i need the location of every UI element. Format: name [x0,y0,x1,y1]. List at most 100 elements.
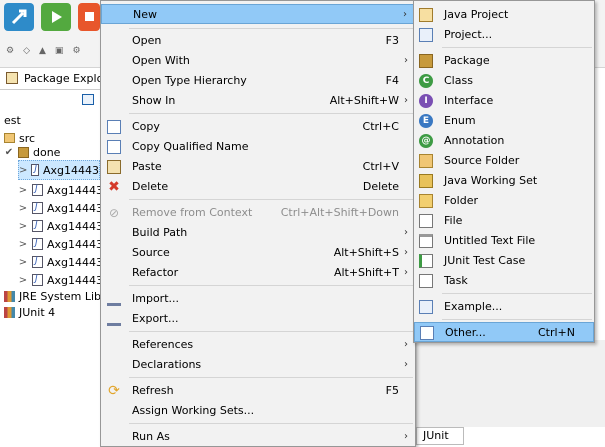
copy-qualified-name-icon [107,140,121,154]
debug-tool-icon[interactable] [4,3,34,31]
menu-item-copy[interactable]: Copy Ctrl+C [101,117,415,137]
tree-item-done[interactable]: ✔ done [4,142,61,162]
submenu-item-enum[interactable]: E Enum [414,111,594,131]
submenu-item-file[interactable]: File [414,211,594,231]
submenu-item-folder[interactable]: Folder [414,191,594,211]
toolbar-gear-icon[interactable]: ⚙ [6,46,14,56]
menu-item-delete[interactable]: ✖ Delete Delete [101,177,415,197]
menu-item-run-as[interactable]: Run As › [101,427,415,447]
submenu-arrow-icon: › [404,431,408,442]
menu-item-assign-working-sets[interactable]: Assign Working Sets... [101,401,415,421]
import-icon [107,292,121,306]
menu-item-label: Show In [132,94,176,107]
tree-item-class[interactable]: > Axg14443 [18,234,103,254]
tree-item-class[interactable]: > Axg14443 [18,198,103,218]
menu-item-source[interactable]: Source Alt+Shift+S › [101,243,415,263]
menu-item-references[interactable]: References › [101,335,415,355]
expand-caret-icon[interactable]: > [18,185,28,196]
junit-test-icon [419,254,433,268]
package-icon [419,54,433,68]
submenu-item-source-folder[interactable]: Source Folder [414,151,594,171]
tree-item-project[interactable]: est [4,110,21,130]
submenu-item-junit-test-case[interactable]: JUnit Test Case [414,251,594,271]
menu-item-refresh[interactable]: ⟳ Refresh F5 [101,381,415,401]
tree-item-label: JUnit 4 [19,305,56,319]
library-icon [4,306,15,318]
menu-item-shortcut: Delete [362,180,399,193]
menu-item-copy-qualified-name[interactable]: Copy Qualified Name [101,137,415,157]
expand-caret-icon[interactable]: > [18,239,28,250]
menu-item-refactor[interactable]: Refactor Alt+Shift+T › [101,263,415,283]
stop-icon[interactable] [78,3,100,31]
remove-context-icon: ⊘ [108,206,120,220]
annotation-icon: @ [419,134,433,148]
collapse-all-icon[interactable] [82,94,94,105]
menu-item-label: Open With [132,54,190,67]
menu-item-shortcut: Alt+Shift+W [329,94,399,107]
package-explorer-tab[interactable]: Package Explo... [0,68,114,90]
package-explorer-icon [6,72,18,84]
java-file-icon [32,274,43,286]
submenu-separator [442,319,592,320]
submenu-item-other[interactable]: Other... Ctrl+N [414,322,594,342]
submenu-item-label: Folder [444,194,478,207]
submenu-item-untitled-text-file[interactable]: Untitled Text File [414,231,594,251]
submenu-item-label: Package [444,54,490,67]
submenu-item-example[interactable]: Example... [414,297,594,317]
export-icon [107,312,121,326]
junit-view-tab[interactable]: JUnit [416,427,464,445]
menu-item-open-with[interactable]: Open With › [101,51,415,71]
menu-separator [129,28,413,29]
submenu-item-interface[interactable]: I Interface [414,91,594,111]
toolbar-diamond-icon[interactable]: ◇ [23,46,30,56]
menu-item-shortcut: Alt+Shift+S [333,246,399,259]
expand-caret-icon[interactable]: > [18,275,28,286]
tree-item-class[interactable]: > Axg14443 [18,252,103,272]
menu-item-show-in[interactable]: Show In Alt+Shift+W › [101,91,415,111]
submenu-item-java-project[interactable]: Java Project [414,5,594,25]
menu-separator [129,331,413,332]
menu-item-label: Open [132,34,162,47]
menu-item-export[interactable]: Export... [101,309,415,329]
menu-item-build-path[interactable]: Build Path › [101,223,415,243]
menu-item-open-type-hierarchy[interactable]: Open Type Hierarchy F4 [101,71,415,91]
menu-item-shortcut: Alt+Shift+T [333,266,399,279]
java-file-icon [31,164,39,176]
expand-caret-icon[interactable]: > [18,221,28,232]
tree-item-class[interactable]: > Axg14443 [18,216,103,236]
toolbar-settings-icon[interactable]: ⚙ [72,46,80,56]
library-icon [4,290,15,302]
toolbar-box-icon[interactable]: ▣ [55,46,64,56]
submenu-item-java-working-set[interactable]: Java Working Set [414,171,594,191]
toolbar-triangle-icon[interactable]: ▲ [39,46,46,56]
submenu-separator [442,47,592,48]
tree-item-label: Axg14443 [47,219,104,233]
paste-icon [107,160,121,174]
menu-item-open[interactable]: Open F3 [101,31,415,51]
run-icon[interactable] [41,3,71,31]
submenu-item-package[interactable]: Package [414,51,594,71]
menu-item-label: Delete [132,180,169,193]
expand-caret-icon[interactable]: > [18,257,28,268]
java-file-icon [32,256,43,268]
menu-item-shortcut: F4 [385,74,399,87]
submenu-item-class[interactable]: C Class [414,71,594,91]
tree-item-class[interactable]: > Axg14443 [18,180,103,200]
tree-item-junit[interactable]: JUnit 4 [4,302,55,322]
expand-caret-icon[interactable]: > [18,203,28,214]
submenu-item-project[interactable]: Project... [414,25,594,45]
submenu-item-annotation[interactable]: @ Annotation [414,131,594,151]
tree-item-label: Axg14443 [42,163,99,177]
task-icon [419,274,433,288]
menu-item-import[interactable]: Import... [101,289,415,309]
submenu-item-label: File [444,214,463,227]
menu-item-paste[interactable]: Paste Ctrl+V [101,157,415,177]
expand-caret-icon[interactable]: ✔ [4,147,14,158]
submenu-item-label: Untitled Text File [444,234,536,247]
menu-item-new[interactable]: New › [101,4,415,24]
submenu-item-label: Enum [444,114,476,127]
expand-caret-icon[interactable]: > [19,165,27,176]
submenu-item-task[interactable]: Task [414,271,594,291]
tree-item-class-selected[interactable]: > Axg14443 [18,160,100,180]
menu-item-declarations[interactable]: Declarations › [101,355,415,375]
